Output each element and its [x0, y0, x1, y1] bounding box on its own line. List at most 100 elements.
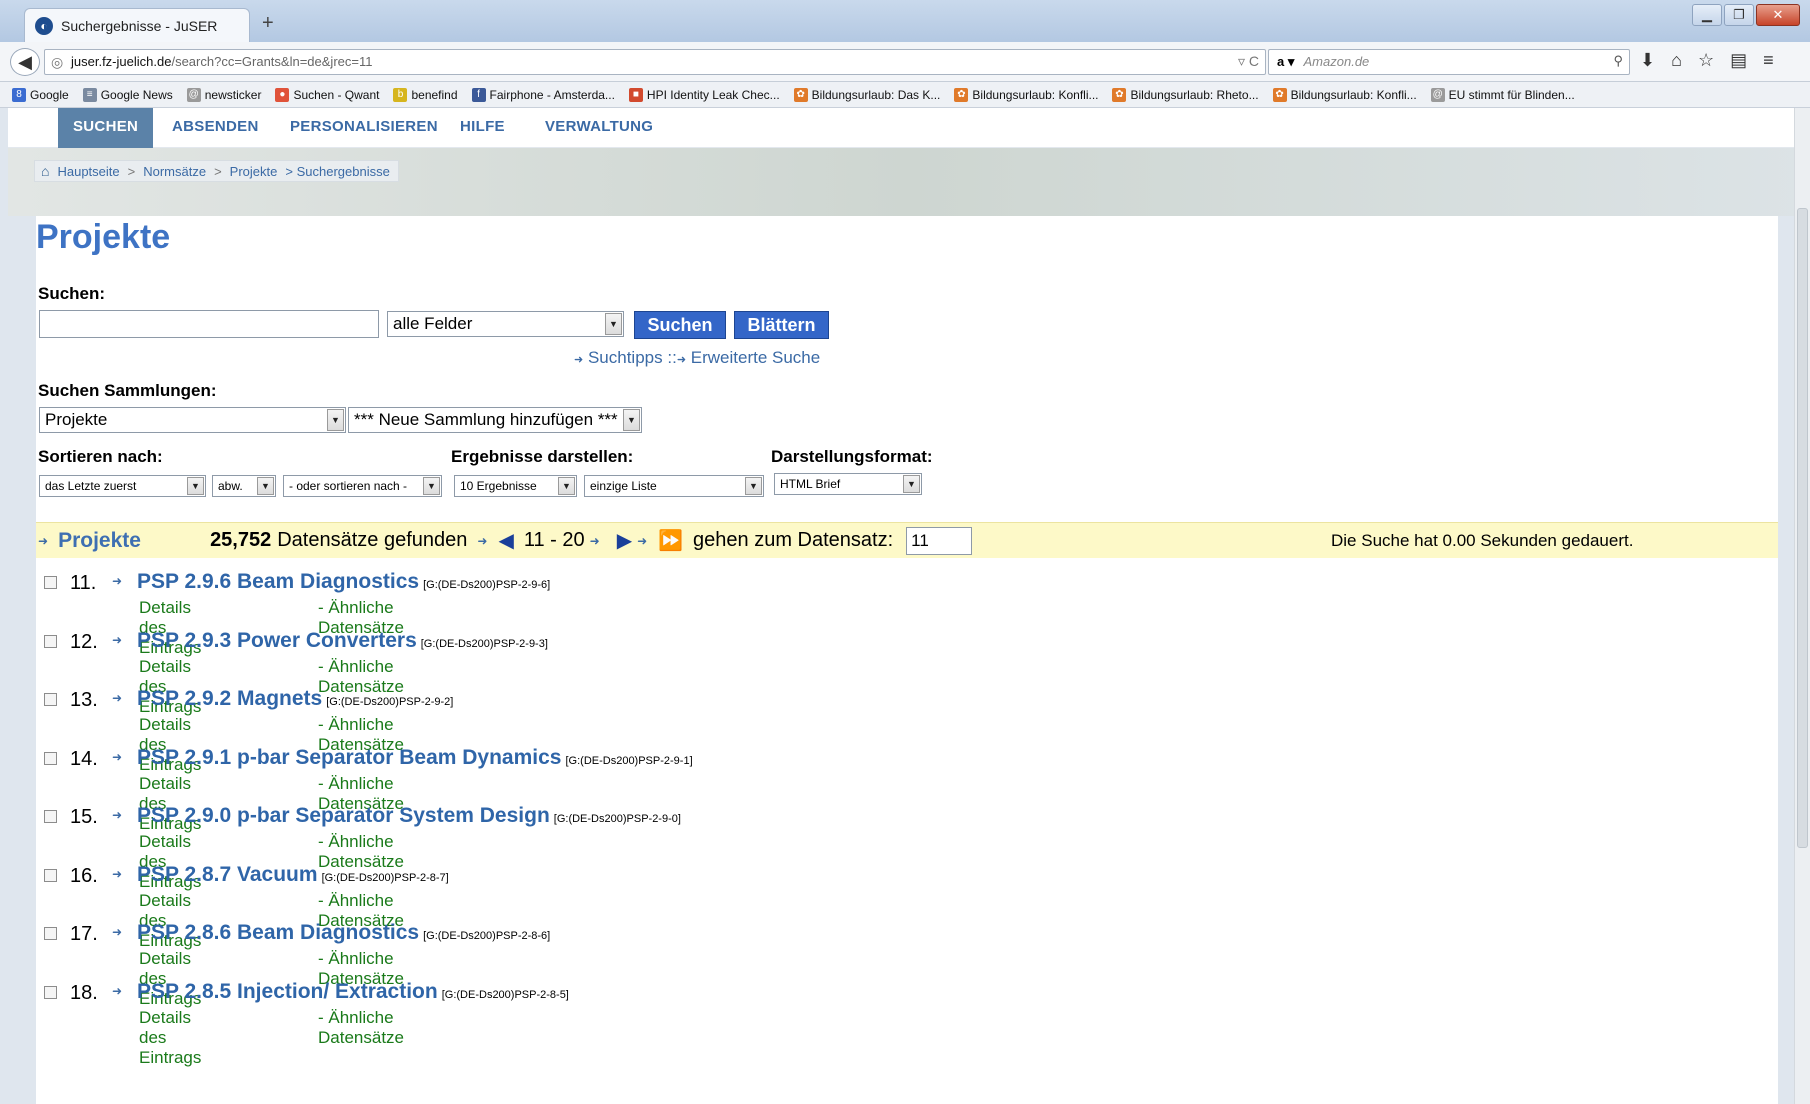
bookmark-item[interactable]: ■ HPI Identity Leak Chec... [628, 87, 780, 102]
browser-tab[interactable]: ◐ Suchergebnisse - JuSER [24, 8, 250, 42]
home-icon[interactable]: ⌂ [1671, 50, 1682, 71]
record-title-link[interactable]: PSP 2.8.7 Vacuum [G:(DE-Ds200)PSP-2-8-7] [137, 863, 449, 887]
bookmark-label: Bildungsurlaub: Rheto... [1130, 87, 1259, 102]
close-icon[interactable]: ✕ [1756, 4, 1800, 26]
bookmark-label: Google News [100, 87, 173, 102]
bookmark-item[interactable]: ✿ Bildungsurlaub: Das K... [793, 87, 940, 102]
goto-record-input[interactable] [906, 526, 973, 555]
menu-suchen[interactable]: SUCHEN [58, 108, 154, 148]
browser-titlebar: ◐ Suchergebnisse - JuSER + ▁ ❐ ✕ [0, 0, 1810, 42]
search-button[interactable]: Suchen [634, 311, 726, 339]
arrow-right-icon: ➜ [112, 749, 123, 764]
format-select[interactable]: HTML Brief ▼ [774, 473, 922, 495]
record-checkbox[interactable] [44, 634, 57, 648]
record-checkbox[interactable] [44, 576, 57, 589]
search-tips-link[interactable]: Suchtipps [588, 348, 663, 367]
bookmark-favicon-icon: 8 [12, 87, 26, 102]
search-icon[interactable]: ⚲ [1613, 53, 1623, 69]
bookmark-label: Suchen - Qwant [293, 87, 380, 102]
bookmarks-list-icon[interactable]: ▤ [1730, 50, 1747, 71]
record-title-link[interactable]: PSP 2.9.2 Magnets [G:(DE-Ds200)PSP-2-9-2] [137, 687, 453, 711]
bookmark-item[interactable]: ✿ Bildungsurlaub: Konfli... [1272, 87, 1417, 102]
record-title-link[interactable]: PSP 2.8.5 Injection/ Extraction [G:(DE-Ds… [137, 980, 569, 1004]
collection-select[interactable]: Projekte ▼ [39, 407, 346, 433]
site-info-icon[interactable]: ◎ [51, 54, 63, 71]
record-checkbox[interactable] [44, 868, 57, 882]
toolbar-icons: ⬇ ⌂ ☆ ▤ ≡ [1640, 50, 1774, 71]
arrow-right-icon: ➜ [112, 574, 123, 588]
result-count: 25,752 [210, 529, 272, 551]
advanced-search-link[interactable]: Erweiterte Suche [691, 348, 820, 367]
results-list-value: einzige Liste [590, 479, 657, 493]
record-similar-link[interactable]: - Ähnliche Datensätze [318, 1008, 404, 1048]
bookmark-favicon-icon: ● [275, 87, 290, 102]
results-count-select[interactable]: 10 Ergebnisse ▼ [454, 475, 577, 497]
record-title-link[interactable]: PSP 2.9.6 Beam Diagnostics [G:(DE-Ds200)P… [137, 570, 550, 594]
results-label: Ergebnisse darstellen: [451, 447, 634, 466]
bookmark-item[interactable]: ✿ Bildungsurlaub: Rheto... [1112, 87, 1259, 102]
sort-alt-select[interactable]: - oder sortieren nach - ▼ [283, 475, 442, 497]
breadcrumb: ⌂ Hauptseite > Normsätze > Projekte > Su… [34, 160, 399, 182]
search-time: Die Suche hat 0.00 Sekunden gedauert. [1331, 531, 1634, 550]
record-title-link[interactable]: PSP 2.8.6 Beam Diagnostics [G:(DE-Ds200)P… [137, 921, 550, 945]
record-title-link[interactable]: PSP 2.9.0 p-bar Separator System Design[… [137, 804, 681, 828]
sort-select[interactable]: das Letzte zuerst ▼ [39, 475, 206, 497]
result-collection-link[interactable]: Projekte [58, 529, 210, 553]
bookmark-item[interactable]: b benefind [393, 87, 458, 102]
bookmark-favicon-icon: ✿ [1112, 87, 1127, 102]
last-page-icon[interactable]: ⏩ [658, 528, 683, 553]
download-icon[interactable]: ⬇ [1640, 50, 1655, 71]
add-collection-value: *** Neue Sammlung hinzufügen *** [354, 410, 618, 429]
page-scrollbar[interactable] [1794, 108, 1810, 1104]
previous-page-icon[interactable]: ◀ [498, 528, 513, 553]
bookmark-item[interactable]: f Fairphone - Amsterda... [471, 87, 615, 102]
browse-button[interactable]: Blättern [734, 311, 829, 339]
record-title-link[interactable]: PSP 2.9.1 p-bar Separator Beam Dynamics[… [137, 746, 693, 770]
format-label: Darstellungsformat: [771, 447, 933, 466]
maximize-icon[interactable]: ❐ [1724, 4, 1754, 26]
bookmark-item[interactable]: @ EU stimmt für Blinden... [1430, 87, 1575, 102]
sort-select-value: das Letzte zuerst [45, 479, 137, 493]
field-select[interactable]: alle Felder ▼ [387, 311, 624, 337]
bookmark-item[interactable]: @ newsticker [186, 87, 261, 102]
back-icon[interactable]: ◀ [10, 48, 40, 76]
record-checkbox[interactable] [44, 810, 57, 823]
new-tab-icon[interactable]: + [262, 12, 274, 35]
home-icon[interactable]: ⌂ [41, 163, 49, 179]
menu-hilfe[interactable]: HILFE [460, 108, 505, 148]
bookmark-item[interactable]: ≡ Google News [82, 87, 173, 102]
bookmark-item[interactable]: ✿ Bildungsurlaub: Konfli... [954, 87, 1098, 102]
record-checkbox[interactable] [44, 751, 57, 765]
scrollbar-thumb[interactable] [1797, 208, 1808, 848]
reload-icon[interactable]: ▿ C [1238, 53, 1259, 70]
add-collection-select[interactable]: *** Neue Sammlung hinzufügen *** ▼ [348, 407, 642, 433]
record-id: [G:(DE-Ds200)PSP-2-9-1] [565, 754, 693, 767]
record-checkbox[interactable] [44, 693, 57, 706]
page-title: Projekte [36, 218, 171, 256]
menu-absenden[interactable]: ABSENDEN [172, 108, 259, 148]
minimize-icon[interactable]: ▁ [1692, 4, 1722, 26]
search-input[interactable] [39, 310, 379, 338]
record-checkbox[interactable] [44, 927, 57, 940]
crumb-normsaetze[interactable]: Normsätze [143, 164, 206, 179]
menu-verwaltung[interactable]: VERWALTUNG [545, 108, 653, 148]
results-list-select[interactable]: einzige Liste ▼ [584, 475, 764, 497]
record-checkbox[interactable] [44, 985, 57, 999]
star-icon[interactable]: ☆ [1698, 50, 1714, 71]
menu-personalisieren[interactable]: PERSONALISIEREN [290, 108, 438, 148]
menu-icon[interactable]: ≡ [1763, 50, 1774, 71]
record-title-link[interactable]: PSP 2.9.3 Power Converters [G:(DE-Ds200)P… [137, 629, 548, 653]
next-page-icon[interactable]: ▶ [617, 528, 632, 553]
field-select-value: alle Felder [393, 314, 473, 333]
sort-order-select[interactable]: abw. ▼ [212, 475, 276, 497]
url-bar[interactable]: ◎ juser.fz-juelich.de/search?cc=Grants&l… [44, 49, 1266, 75]
browser-search-bar[interactable]: a ▾ Amazon.de ⚲ [1268, 49, 1630, 75]
bookmark-item[interactable]: ● Suchen - Qwant [275, 87, 380, 102]
bookmark-item[interactable]: 8 Google [12, 87, 69, 102]
crumb-home[interactable]: Hauptseite [57, 164, 119, 179]
crumb-projekte[interactable]: Projekte [230, 164, 278, 179]
record-details-link[interactable]: Details des Eintrags [139, 1008, 201, 1068]
arrow-right-icon: ➜ [477, 533, 488, 548]
record-id: [G:(DE-Ds200)PSP-2-9-0] [553, 813, 681, 825]
sort-alt-value: - oder sortieren nach - [289, 479, 408, 493]
